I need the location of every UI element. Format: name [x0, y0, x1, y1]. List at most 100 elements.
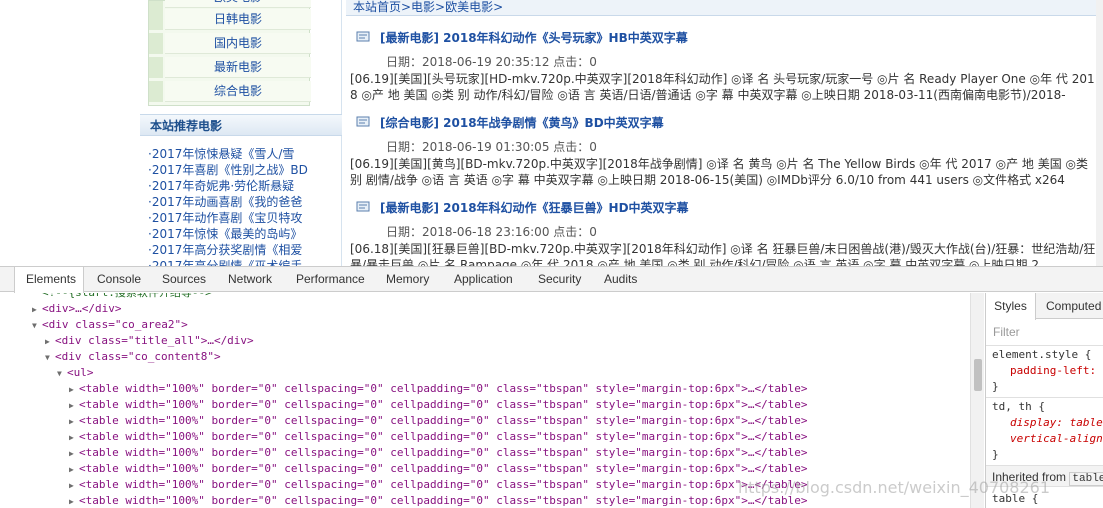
page-scrollbar[interactable]: [1096, 0, 1103, 266]
collapse-arrow-icon[interactable]: ▼: [57, 366, 67, 382]
watermark: https://blog.csdn.net/weixin_40708261: [738, 478, 1051, 497]
category-strip: [149, 57, 163, 78]
recommend-link[interactable]: ·2017年高分获奖剧情《相爱: [148, 242, 338, 258]
tree-node-table[interactable]: ▶ <table width="100%" border="0" cellspac…: [69, 413, 807, 429]
movie-title-row: [综合电影] 2018年战争剧情《黄鸟》BD中英双字幕: [356, 114, 664, 132]
tab-security[interactable]: Security: [538, 267, 581, 292]
breadcrumb[interactable]: 本站首页>电影>欧美电影>: [346, 0, 1103, 16]
movie-date: 日期：2018-06-19 01:30:05 点击：0: [386, 140, 597, 154]
elements-tree: <!--{start:搜索软件介绍等--> ▶<div>…</div> ▼<di…: [0, 293, 970, 508]
tree-node[interactable]: ▶ <div>…</div>: [32, 301, 121, 317]
tree-node-table[interactable]: ▶ <table width="100%" border="0" cellspac…: [69, 381, 807, 397]
expand-arrow-icon[interactable]: ▶: [32, 302, 42, 318]
recommend-link[interactable]: ·2017年惊悚《最美的岛屿》: [148, 226, 338, 242]
tab-memory[interactable]: Memory: [386, 267, 429, 292]
tab-elements[interactable]: Elements: [14, 267, 84, 293]
styles-filter-input[interactable]: Filter: [990, 323, 1102, 341]
tree-node[interactable]: ▶ <div class="title_all">…</div>: [45, 333, 254, 349]
divider: [986, 397, 1103, 398]
tab-styles[interactable]: Styles: [986, 293, 1036, 320]
recommend-link[interactable]: ·2017年动画喜剧《我的爸爸: [148, 194, 338, 210]
document-icon: [356, 201, 370, 212]
movie-title-link[interactable]: [综合电影] 2018年战争剧情《黄鸟》BD中英双字幕: [380, 116, 664, 130]
category-item[interactable]: 综合电影: [165, 81, 311, 102]
collapse-arrow-icon[interactable]: ▼: [45, 350, 55, 366]
movie-date: 日期：2018-06-18 23:16:00 点击：0: [386, 225, 597, 239]
expand-arrow-icon[interactable]: ▶: [69, 398, 79, 414]
category-item[interactable]: 国内电影: [165, 33, 311, 54]
expand-arrow-icon[interactable]: ▶: [69, 382, 79, 398]
movie-title-row: [最新电影] 2018年科幻动作《狂暴巨兽》HD中英双字幕: [356, 199, 689, 217]
recommend-list: ·2017年惊悚悬疑《雪人/雪 ·2017年喜剧《性别之战》BD ·2017年奇…: [148, 146, 338, 266]
tab-performance[interactable]: Performance: [296, 267, 365, 292]
collapse-arrow-icon[interactable]: ▼: [32, 318, 42, 334]
movie-date: 日期：2018-06-19 20:35:12 点击：0: [386, 55, 597, 69]
inherited-target[interactable]: table: [1069, 472, 1103, 486]
movie-entry: [综合电影] 2018年战争剧情《黄鸟》BD中英双字幕 日期：2018-06-1…: [346, 114, 1103, 194]
recommend-link[interactable]: ·2017年动作喜剧《宝贝特攻: [148, 210, 338, 226]
style-selector: td, th {: [992, 400, 1045, 413]
movie-description: [06.18][美国][狂暴巨兽][BD-mkv.720p.中英双字][2018…: [350, 242, 1096, 266]
tree-node-table[interactable]: ▶ <table width="100%" border="0" cellspac…: [69, 493, 807, 508]
scrollbar-thumb[interactable]: [974, 359, 982, 391]
tree-node-comment[interactable]: <!--{start:搜索软件介绍等-->: [42, 293, 212, 301]
expand-arrow-icon[interactable]: ▶: [69, 414, 79, 430]
style-brace: }: [992, 448, 999, 461]
movie-title-row: [最新电影] 2018年科幻动作《头号玩家》HB中英双字幕: [356, 29, 688, 47]
recommend-link[interactable]: ·2017年惊悚悬疑《雪人/雪: [148, 146, 338, 162]
category-strip: [149, 9, 163, 30]
category-box: 欧美电影 日韩电影 国内电影 最新电影 综合电影: [148, 0, 311, 106]
category-item-cut[interactable]: 欧美电影: [165, 0, 311, 8]
recommend-link[interactable]: ·2017年喜剧《性别之战》BD: [148, 162, 338, 178]
movie-description: [06.19][美国][黄鸟][BD-mkv.720p.中英双字][2018年战…: [350, 157, 1089, 187]
tree-node[interactable]: ▼ <div class="co_area2">: [32, 317, 188, 333]
category-item[interactable]: 日韩电影: [165, 9, 311, 30]
recommend-link[interactable]: ·2017年奇妮弗·劳伦斯悬疑: [148, 178, 338, 194]
tab-network[interactable]: Network: [228, 267, 272, 292]
document-icon: [356, 116, 370, 127]
recommend-heading: 本站推荐电影: [140, 114, 342, 136]
expand-arrow-icon[interactable]: ▶: [69, 478, 79, 494]
divider: [986, 345, 1103, 346]
style-property[interactable]: padding-left:: [1010, 363, 1096, 379]
main-content: 本站首页>电影>欧美电影> [最新电影] 2018年科幻动作《头号玩家》HB中英…: [346, 0, 1103, 266]
category-strip: [149, 81, 163, 102]
left-gutter: [0, 0, 140, 266]
tree-node[interactable]: ▼ <ul>: [57, 365, 94, 381]
tree-node-table[interactable]: ▶ <table width="100%" border="0" cellspac…: [69, 445, 807, 461]
elements-scrollbar[interactable]: [970, 293, 984, 508]
tree-node-table[interactable]: ▶ <table width="100%" border="0" cellspac…: [69, 397, 807, 413]
category-item[interactable]: 最新电影: [165, 57, 311, 78]
webpage-viewport: 欧美电影 日韩电影 国内电影 最新电影 综合电影 本站推荐电影 ·2017年惊悚…: [0, 0, 1103, 266]
tab-sources[interactable]: Sources: [162, 267, 206, 292]
recommend-link[interactable]: ·2017年高分剧情《巫术编手: [148, 258, 338, 266]
style-selector: element.style {: [992, 348, 1092, 361]
tab-computed[interactable]: Computed: [1046, 293, 1101, 319]
tab-application[interactable]: Application: [454, 267, 513, 292]
expand-arrow-icon[interactable]: ▶: [45, 334, 55, 350]
tree-node-table[interactable]: ▶ <table width="100%" border="0" cellspac…: [69, 461, 807, 477]
document-icon: [356, 31, 370, 42]
expand-arrow-icon[interactable]: ▶: [69, 430, 79, 446]
expand-arrow-icon[interactable]: ▶: [69, 462, 79, 478]
style-property[interactable]: vertical-align: [1010, 431, 1103, 447]
movie-description: [06.19][美国][头号玩家][HD-mkv.720p.中英双字][2018…: [350, 72, 1095, 102]
tree-node-table[interactable]: ▶ <table width="100%" border="0" cellspac…: [69, 477, 807, 493]
tab-audits[interactable]: Audits: [604, 267, 637, 292]
style-brace: }: [992, 380, 999, 393]
tree-node[interactable]: ▼ <div class="co_content8">: [45, 349, 221, 365]
styles-pane: Styles Computed Filter element.style { p…: [985, 293, 1103, 508]
tree-node-table[interactable]: ▶ <table width="100%" border="0" cellspac…: [69, 429, 807, 445]
styles-tabbar: Styles Computed: [986, 293, 1103, 320]
tab-console[interactable]: Console: [97, 267, 141, 292]
style-property[interactable]: display: table: [1010, 415, 1103, 431]
devtools-panel: Elements Console Sources Network Perform…: [0, 266, 1103, 508]
sidebar: 欧美电影 日韩电影 国内电影 最新电影 综合电影 本站推荐电影 ·2017年惊悚…: [140, 0, 342, 266]
expand-arrow-icon[interactable]: ▶: [69, 494, 79, 508]
movie-entry: [最新电影] 2018年科幻动作《狂暴巨兽》HD中英双字幕 日期：2018-06…: [346, 199, 1103, 266]
category-strip: [149, 33, 163, 54]
movie-title-link[interactable]: [最新电影] 2018年科幻动作《狂暴巨兽》HD中英双字幕: [380, 201, 689, 215]
devtools-tabbar: Elements Console Sources Network Perform…: [0, 267, 1103, 293]
expand-arrow-icon[interactable]: ▶: [69, 446, 79, 462]
movie-title-link[interactable]: [最新电影] 2018年科幻动作《头号玩家》HB中英双字幕: [380, 31, 688, 45]
